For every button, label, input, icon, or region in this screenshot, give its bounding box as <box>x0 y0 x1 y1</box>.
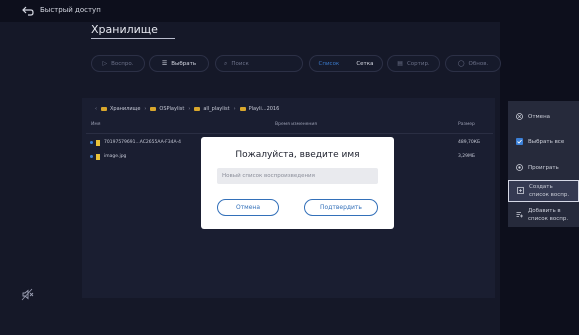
add-to-playlist-label: Добавить в список воспр. <box>528 207 576 223</box>
image-file-icon <box>96 154 100 160</box>
play-button[interactable]: ▷ Воспро. <box>91 55 145 72</box>
select-all-checkbox[interactable]: Выбрать все <box>508 134 579 150</box>
side-cancel-button[interactable]: Отмена <box>508 109 579 125</box>
playlist-name-input[interactable] <box>217 168 378 184</box>
checkbox-checked-icon <box>516 138 523 145</box>
sort-button[interactable]: ▤ Сортир. <box>387 55 440 72</box>
folder-icon <box>194 107 201 111</box>
view-list-button[interactable]: Список <box>319 61 340 67</box>
view-grid-button[interactable]: Сетка <box>356 61 373 67</box>
file-icon <box>96 140 100 146</box>
search-placeholder: Поиск <box>231 60 249 67</box>
refresh-button[interactable]: ◯ Обнов. <box>445 55 501 72</box>
quick-access-title[interactable]: Быстрый доступ <box>40 6 101 14</box>
add-to-playlist-label-line1: Добавить в <box>528 208 561 214</box>
side-play-label: Проиграть <box>528 165 559 171</box>
checkbox-dot[interactable] <box>90 141 93 144</box>
breadcrumb-item[interactable]: Хранилище <box>110 106 140 112</box>
back-icon[interactable] <box>22 6 34 16</box>
view-toggle: Список Сетка <box>309 55 383 72</box>
dialog-title: Пожалуйста, введите имя <box>235 150 360 160</box>
breadcrumb-item[interactable]: OSPlaylist <box>159 106 184 112</box>
chevron-right-icon: › <box>233 106 236 112</box>
list-select-icon: ☰ <box>161 60 168 67</box>
file-name: 70197579691...AC2655AA-F34A-4 <box>104 140 181 145</box>
chevron-left-icon[interactable]: ‹ <box>95 106 97 112</box>
column-header-name[interactable]: Имя <box>91 122 100 127</box>
chevron-right-icon: › <box>188 106 191 112</box>
create-playlist-label-line1: Создать <box>529 184 553 190</box>
folder-icon <box>150 107 157 111</box>
cancel-circle-icon <box>516 113 523 120</box>
top-bar: Быстрый доступ <box>0 0 579 22</box>
select-label: Выбрать <box>171 60 197 67</box>
file-size: 489,70КБ <box>458 140 481 145</box>
folder-icon <box>239 107 246 111</box>
play-icon: ▷ <box>102 60 108 67</box>
refresh-label: Обнов. <box>468 60 489 67</box>
chevron-right-icon: › <box>144 106 147 112</box>
sort-icon: ▤ <box>397 60 403 67</box>
play-label: Воспро. <box>111 60 134 67</box>
create-playlist-label: Создать список воспр. <box>529 183 577 199</box>
create-playlist-button[interactable]: Создать список воспр. <box>508 180 579 202</box>
breadcrumb: ‹ Хранилище › OSPlaylist › all_playlist … <box>91 104 279 114</box>
search-icon: ⌕ <box>224 59 228 67</box>
sort-label: Сортир. <box>406 60 430 67</box>
column-header-size[interactable]: Размер <box>458 122 475 127</box>
breadcrumb-item[interactable]: all_playlist <box>203 106 229 112</box>
column-header-time[interactable]: Время изменения <box>275 122 317 127</box>
dialog-cancel-button[interactable]: Отмена <box>217 199 279 216</box>
file-size: 3,29МБ <box>458 154 475 159</box>
name-input-dialog: Пожалуйста, введите имя Отмена Подтверди… <box>201 137 394 229</box>
select-button[interactable]: ☰ Выбрать <box>149 55 209 72</box>
refresh-icon: ◯ <box>457 60 465 67</box>
search-field[interactable]: ⌕ Поиск <box>215 55 303 72</box>
folder-icon <box>101 107 107 111</box>
title-underline <box>91 38 175 39</box>
mute-icon[interactable] <box>21 288 34 301</box>
play-circle-icon <box>516 164 523 171</box>
page-title: Хранилище <box>91 23 158 36</box>
create-playlist-label-line2: список воспр. <box>529 192 570 198</box>
header-divider <box>86 133 493 134</box>
breadcrumb-item[interactable]: Playli...2016 <box>249 106 280 112</box>
select-all-label: Выбрать все <box>528 139 565 145</box>
add-to-playlist-label-line2: список воспр. <box>528 216 569 222</box>
side-cancel-label: Отмена <box>528 114 551 120</box>
checkbox-dot[interactable] <box>90 155 93 158</box>
side-action-panel: Отмена Выбрать все Проиграть Создать спи… <box>508 101 579 227</box>
dialog-confirm-button[interactable]: Подтвердить <box>304 199 378 216</box>
create-list-icon <box>517 187 524 194</box>
side-play-button[interactable]: Проиграть <box>508 160 579 176</box>
add-to-playlist-button[interactable]: Добавить в список воспр. <box>508 204 579 226</box>
file-name: image.jpg <box>104 154 127 159</box>
add-to-list-icon <box>516 212 523 218</box>
